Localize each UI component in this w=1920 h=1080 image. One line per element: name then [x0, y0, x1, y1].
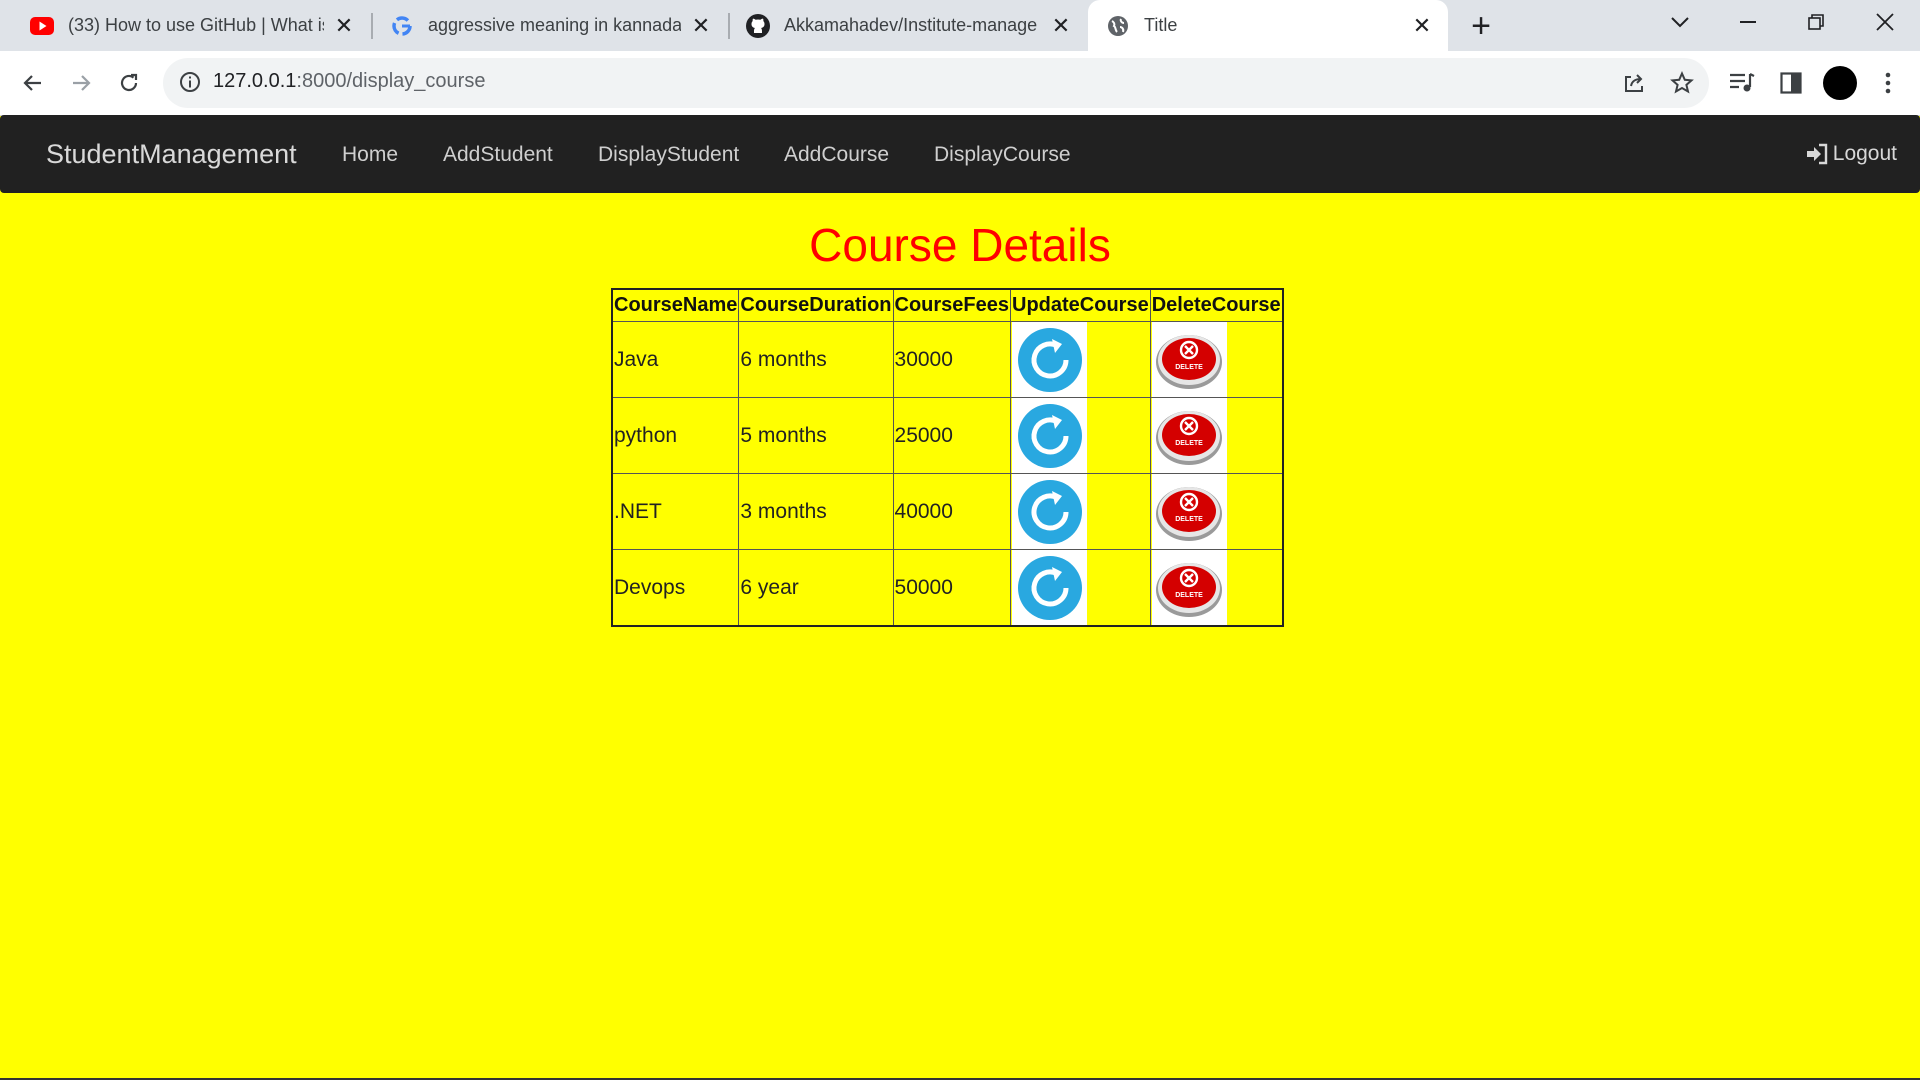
- url-host: 127.0.0.1: [213, 70, 297, 92]
- forward-icon[interactable]: [63, 65, 99, 101]
- app-navbar: StudentManagement Home AddStudent Displa…: [0, 115, 1920, 193]
- header-course-name: CourseName: [611, 288, 740, 322]
- close-icon[interactable]: ✕: [332, 13, 356, 38]
- address-bar[interactable]: 127.0.0.1:8000/display_course: [163, 58, 1709, 108]
- menu-kebab-icon[interactable]: [1873, 68, 1903, 98]
- course-table: CourseName CourseDuration CourseFees Upd…: [611, 288, 1284, 627]
- refresh-icon: [1017, 403, 1082, 468]
- info-icon[interactable]: [179, 71, 203, 95]
- cell-delete: DELETE: [1149, 321, 1284, 398]
- share-icon[interactable]: [1619, 68, 1649, 98]
- browser-tabstrip: (33) How to use GitHub | What is ✕ aggre…: [0, 0, 1920, 51]
- browser-tab-active[interactable]: Title ✕: [1088, 0, 1448, 51]
- delete-badge-text: DELETE: [1175, 592, 1203, 599]
- side-panel-icon[interactable]: [1776, 68, 1806, 98]
- tab-title: (33) How to use GitHub | What is: [68, 15, 324, 35]
- delete-badge-text: DELETE: [1175, 440, 1203, 447]
- cell-course-fees: 40000: [892, 473, 1012, 550]
- nav-link-home[interactable]: Home: [342, 143, 398, 167]
- nav-link-addstudent[interactable]: AddStudent: [443, 143, 553, 167]
- cell-course-fees: 25000: [892, 397, 1012, 474]
- refresh-icon: [1017, 555, 1082, 620]
- profile-avatar[interactable]: [1823, 66, 1857, 100]
- delete-badge-text: DELETE: [1175, 516, 1203, 523]
- table-row: Devops 6 year 50000 DELETE: [611, 549, 1284, 627]
- cell-update: [1010, 397, 1151, 474]
- table-row: Java 6 months 30000 DELETE: [611, 321, 1284, 398]
- tab-title: Title: [1144, 15, 1178, 35]
- brand-link[interactable]: StudentManagement: [46, 139, 297, 170]
- header-delete-course: DeleteCourse: [1149, 288, 1284, 322]
- globe-icon: [1106, 14, 1130, 38]
- refresh-icon: [1017, 327, 1082, 392]
- update-button[interactable]: [1012, 474, 1088, 549]
- bookmark-star-icon[interactable]: [1667, 68, 1697, 98]
- youtube-icon: [30, 14, 54, 38]
- close-icon[interactable]: ✕: [1049, 13, 1073, 38]
- browser-tab-google[interactable]: aggressive meaning in kannada ✕: [372, 0, 727, 51]
- delete-badge-text: DELETE: [1175, 364, 1203, 371]
- table-row: python 5 months 25000 DELETE: [611, 397, 1284, 474]
- nav-link-displaycourse[interactable]: DisplayCourse: [934, 143, 1071, 167]
- sign-in-icon: [1806, 143, 1827, 165]
- update-button[interactable]: [1012, 322, 1088, 397]
- cell-update: [1010, 321, 1151, 398]
- cell-course-name: python: [611, 397, 740, 474]
- delete-icon: DELETE: [1156, 562, 1223, 617]
- logout-link[interactable]: Logout: [1805, 142, 1897, 166]
- delete-button[interactable]: DELETE: [1151, 398, 1227, 473]
- nav-link-displaystudent[interactable]: DisplayStudent: [598, 143, 739, 167]
- cell-course-fees: 50000: [892, 549, 1012, 627]
- close-window-icon[interactable]: [1855, 0, 1915, 44]
- cell-course-name: .NET: [611, 473, 740, 550]
- header-course-duration: CourseDuration: [738, 288, 894, 322]
- close-icon[interactable]: ✕: [1410, 13, 1434, 38]
- back-icon[interactable]: [15, 65, 51, 101]
- logout-label: Logout: [1832, 142, 1897, 165]
- table-row: .NET 3 months 40000 DELETE: [611, 473, 1284, 550]
- cell-course-duration: 3 months: [738, 473, 894, 550]
- page-title: Course Details: [809, 219, 1111, 271]
- restore-icon[interactable]: [1786, 0, 1846, 44]
- nav-link-addcourse[interactable]: AddCourse: [784, 143, 889, 167]
- cell-update: [1010, 549, 1151, 627]
- minimize-icon[interactable]: [1718, 0, 1778, 44]
- delete-button[interactable]: DELETE: [1151, 322, 1227, 397]
- header-course-fees: CourseFees: [892, 288, 1012, 322]
- cell-delete: DELETE: [1149, 397, 1284, 474]
- table-header-row: CourseName CourseDuration CourseFees Upd…: [611, 288, 1284, 322]
- delete-icon: DELETE: [1156, 410, 1223, 465]
- cell-course-name: Java: [611, 321, 740, 398]
- cell-course-name: Devops: [611, 549, 740, 627]
- cell-course-duration: 6 year: [738, 549, 894, 627]
- browser-tab-youtube[interactable]: (33) How to use GitHub | What is ✕: [0, 0, 370, 51]
- delete-button[interactable]: DELETE: [1151, 474, 1227, 549]
- cell-delete: DELETE: [1149, 549, 1284, 627]
- cell-course-fees: 30000: [892, 321, 1012, 398]
- refresh-icon: [1017, 479, 1082, 544]
- github-icon: [746, 13, 770, 38]
- close-icon[interactable]: ✕: [689, 13, 713, 38]
- delete-icon: DELETE: [1156, 334, 1223, 389]
- reload-icon[interactable]: [111, 65, 147, 101]
- tab-title: Akkamahadev/Institute-manage: [784, 15, 1038, 35]
- new-tab-button[interactable]: +: [1463, 7, 1499, 45]
- cell-course-duration: 5 months: [738, 397, 894, 474]
- header-update-course: UpdateCourse: [1010, 288, 1151, 322]
- media-control-icon[interactable]: [1727, 68, 1757, 98]
- update-button[interactable]: [1012, 550, 1088, 625]
- delete-button[interactable]: DELETE: [1151, 550, 1227, 625]
- cell-delete: DELETE: [1149, 473, 1284, 550]
- url-path: :8000/display_course: [296, 70, 486, 92]
- tab-search-icon[interactable]: [1650, 0, 1710, 44]
- tab-title: aggressive meaning in kannada: [428, 15, 681, 35]
- cell-update: [1010, 473, 1151, 550]
- url-text[interactable]: 127.0.0.1:8000/display_course: [213, 70, 485, 93]
- update-button[interactable]: [1012, 398, 1088, 473]
- google-icon: [390, 14, 414, 38]
- browser-toolbar: 127.0.0.1:8000/display_course: [0, 51, 1920, 116]
- cell-course-duration: 6 months: [738, 321, 894, 398]
- browser-tab-github[interactable]: Akkamahadev/Institute-manage ✕: [730, 0, 1087, 51]
- delete-icon: DELETE: [1156, 486, 1223, 541]
